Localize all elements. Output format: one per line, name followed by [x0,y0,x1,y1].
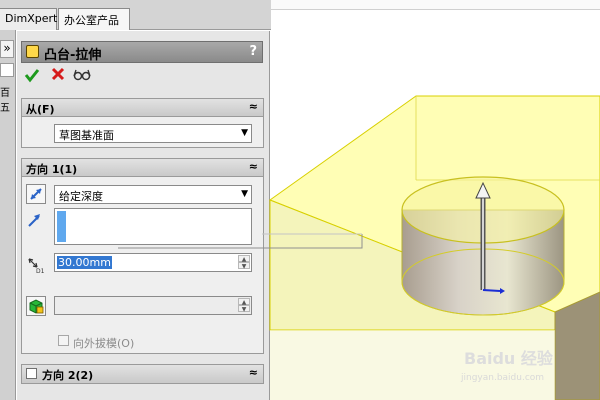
draft-outward-checkbox[interactable] [58,335,69,346]
direction2-checkbox[interactable] [26,368,37,379]
feature-title: 凸台-拉伸 [44,48,102,63]
direction2-group-header[interactable]: 方向 2(2) ≈ [22,365,263,383]
watermark-url: jingyan.baidu.com [461,373,545,383]
end-condition-value: 给定深度 [59,190,103,203]
direction2-group-title: 方向 2(2) [42,369,94,382]
reverse-direction-icon [30,188,42,200]
viewport-top-border [271,0,600,10]
reverse-direction-button[interactable] [26,184,46,204]
from-group-title: 从(F) [26,103,55,116]
draft-icon [29,299,44,314]
expand-panel-button[interactable]: » [0,40,14,58]
depth-spinner[interactable]: ▲ ▼ [238,255,250,270]
chevron-down-icon: ▼ [241,189,248,199]
end-condition-select[interactable]: 给定深度 ▼ [54,185,252,204]
cancel-button[interactable] [49,67,67,85]
boss-extrude-icon [26,45,39,58]
start-condition-select[interactable]: 草图基准面 ▼ [54,124,252,143]
depth-input[interactable]: 30.00mm ▲ ▼ [54,253,252,272]
direction1-group-header[interactable]: 方向 1(1) ≈ [22,159,263,177]
property-manager-header: 凸台-拉伸 ? [21,41,263,63]
strip-field[interactable] [0,63,14,77]
left-panel-strip: » 百五 [0,30,16,400]
expand-icon[interactable]: ≈ [249,366,258,379]
check-icon [24,69,40,83]
direction-vector-icon [26,211,46,231]
x-icon [51,67,65,81]
draft-angle-spinner[interactable]: ▲ ▼ [238,298,250,313]
direction1-group-title: 方向 1(1) [26,163,78,176]
depth-dimension-icon: D1 [26,254,46,275]
from-group: 从(F) ≈ 草图基准面 ▼ [21,98,264,148]
draft-outward-label: 向外拔模(O) [73,337,135,350]
help-button[interactable]: ? [249,44,257,59]
property-manager: 凸台-拉伸 ? 从(F) ≈ 草图基准面 ▼ 方向 1(1) ≈ 给定深度 ▼ … [17,31,270,400]
collapse-icon[interactable]: ≈ [249,160,258,173]
direction-reference-list[interactable] [54,208,252,245]
draft-toggle-button[interactable] [26,296,46,316]
direction1-group: 方向 1(1) ≈ 给定深度 ▼ D1 30.00mm ▲ ▼ ▲ ▼ 向外拔模… [21,158,264,354]
svg-text:D1: D1 [36,268,45,274]
collapse-icon[interactable]: ≈ [249,100,258,113]
depth-value: 30.00mm [57,256,112,269]
feature-manager-tab-strip: DimXpert 办公室产品 [0,0,272,30]
list-selection-indicator [57,211,66,242]
tab-office-products[interactable]: 办公室产品 [58,8,130,30]
direction2-group: 方向 2(2) ≈ [21,364,264,384]
from-group-header[interactable]: 从(F) ≈ [22,99,263,117]
strip-partial-text: 百五 [0,88,10,114]
start-condition-value: 草图基准面 [59,129,114,142]
watermark-brand: Baidu 经验 [464,349,553,368]
graphics-viewport[interactable] [271,0,600,400]
ok-button[interactable] [23,67,41,85]
glasses-icon [73,69,91,81]
tab-dimxpert[interactable]: DimXpert [0,8,57,30]
draft-angle-input[interactable]: ▲ ▼ [54,296,252,315]
chevron-down-icon: ▼ [241,128,248,138]
detailed-preview-button[interactable] [73,67,91,85]
